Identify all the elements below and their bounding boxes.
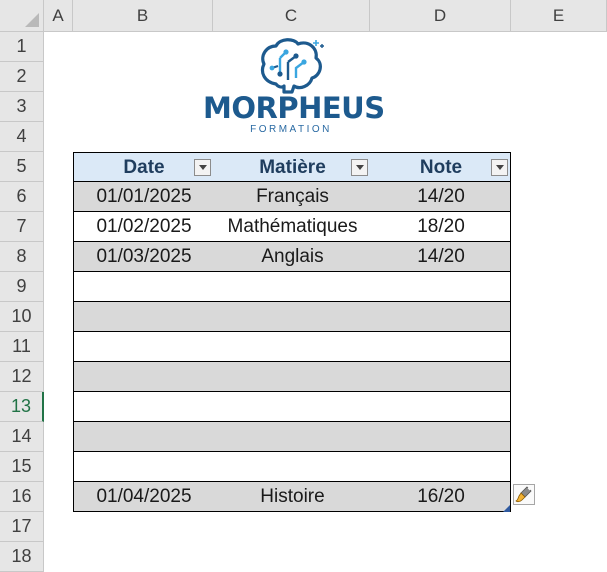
table-row [73,332,511,362]
grade-cell[interactable] [371,332,511,361]
subject-cell[interactable] [214,362,371,391]
date-cell[interactable]: 01/04/2025 [74,482,214,511]
column-header-c[interactable]: C [213,0,370,32]
row-header-3[interactable]: 3 [0,92,44,122]
date-cell[interactable] [74,272,214,301]
date-cell[interactable]: 01/03/2025 [74,242,214,271]
table-resize-handle-icon[interactable] [503,505,510,512]
subject-cell[interactable] [214,272,371,301]
grade-cell[interactable] [371,422,511,451]
subject-cell[interactable] [214,452,371,481]
paintbrush-icon [515,486,532,503]
spreadsheet-grid: A B C D E 1 2 3 4 5 6 7 8 9 10 11 12 13 … [0,0,607,572]
table-row [73,452,511,482]
row-header-4[interactable]: 4 [0,122,44,152]
row-header-18[interactable]: 18 [0,542,44,572]
filter-dropdown-icon[interactable] [194,159,211,176]
grade-cell[interactable]: 18/20 [371,212,511,241]
table-row [73,302,511,332]
subject-cell[interactable] [214,392,371,421]
date-cell[interactable] [74,452,214,481]
row-header-12[interactable]: 12 [0,362,44,392]
row-header-16[interactable]: 16 [0,482,44,512]
table-row [73,392,511,422]
logo-wordmark: MORPHEUS [203,91,385,125]
table-header-row: Date Matière Note [73,152,511,182]
table-row [73,422,511,452]
table-row [73,272,511,302]
subject-cell[interactable] [214,422,371,451]
column-header-e[interactable]: E [511,0,607,32]
grade-cell[interactable]: 14/20 [371,182,511,211]
subject-cell[interactable]: Français [214,182,371,211]
row-header-15[interactable]: 15 [0,452,44,482]
select-all-corner[interactable] [0,0,44,32]
grade-cell[interactable] [371,272,511,301]
row-header-11[interactable]: 11 [0,332,44,362]
row-header-13[interactable]: 13 [0,392,44,422]
filter-dropdown-icon[interactable] [351,159,368,176]
date-cell[interactable] [74,422,214,451]
row-header-17[interactable]: 17 [0,512,44,542]
date-cell[interactable] [74,362,214,391]
subject-cell[interactable]: Anglais [214,242,371,271]
date-cell[interactable] [74,302,214,331]
table-row [73,362,511,392]
subject-cell[interactable]: Mathématiques [214,212,371,241]
row-header-7[interactable]: 7 [0,212,44,242]
date-cell[interactable] [74,332,214,361]
grade-cell[interactable]: 14/20 [371,242,511,271]
row-header-1[interactable]: 1 [0,32,44,62]
table-row: 01/04/2025 Histoire 16/20 [73,482,511,512]
date-cell[interactable] [74,392,214,421]
row-header-10[interactable]: 10 [0,302,44,332]
header-matiere[interactable]: Matière [214,153,371,182]
column-header-b[interactable]: B [73,0,213,32]
subject-cell[interactable] [214,302,371,331]
grade-cell[interactable]: 16/20 [371,482,511,511]
grade-cell[interactable] [371,302,511,331]
header-date[interactable]: Date [74,153,214,182]
row-header-14[interactable]: 14 [0,422,44,452]
column-header-d[interactable]: D [370,0,511,32]
table-row: 01/02/2025 Mathématiques 18/20 [73,212,511,242]
table-row: 01/01/2025 Français 14/20 [73,182,511,212]
grade-cell[interactable] [371,362,511,391]
subject-cell[interactable] [214,332,371,361]
quick-analysis-button[interactable] [513,484,535,505]
row-header-5[interactable]: 5 [0,152,44,182]
grade-cell[interactable] [371,392,511,421]
row-header-9[interactable]: 9 [0,272,44,302]
date-cell[interactable]: 01/01/2025 [74,182,214,211]
column-header-a[interactable]: A [44,0,73,32]
table-row: 01/03/2025 Anglais 14/20 [73,242,511,272]
filter-dropdown-icon[interactable] [491,159,508,176]
grade-cell[interactable] [371,452,511,481]
brain-circuit-icon [260,38,324,94]
subject-cell[interactable]: Histoire [214,482,371,511]
row-header-2[interactable]: 2 [0,62,44,92]
header-note[interactable]: Note [371,153,511,182]
date-cell[interactable]: 01/02/2025 [74,212,214,241]
row-header-6[interactable]: 6 [0,182,44,212]
row-header-8[interactable]: 8 [0,242,44,272]
logo-subtitle: FORMATION [250,124,332,135]
